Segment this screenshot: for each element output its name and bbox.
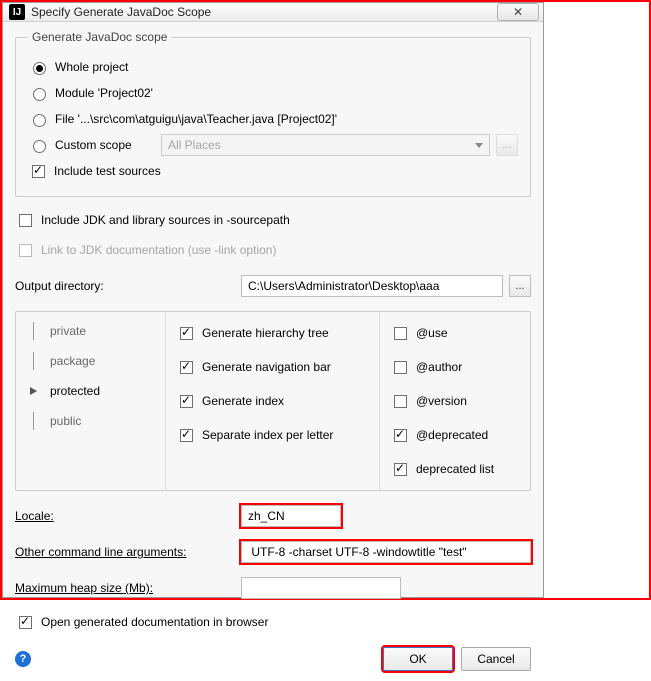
version-checkbox[interactable] — [394, 395, 407, 408]
close-icon: ✕ — [513, 5, 523, 19]
custom-scope-browse-button: ... — [496, 134, 518, 156]
whole-project-label: Whole project — [55, 60, 128, 74]
open-browser-label: Open generated documentation in browser — [41, 615, 268, 629]
include-jdk-checkbox[interactable] — [19, 214, 32, 227]
custom-scope-label: Custom scope — [55, 138, 155, 152]
gen-index-label: Generate index — [202, 394, 284, 408]
custom-scope-radio[interactable] — [33, 140, 46, 153]
help-icon[interactable]: ? — [15, 651, 31, 667]
open-browser-checkbox[interactable] — [19, 616, 32, 629]
custom-scope-select: All Places — [161, 134, 490, 156]
window-title: Specify Generate JavaDoc Scope — [31, 5, 497, 19]
dialog-window: IJ Specify Generate JavaDoc Scope ✕ Gene… — [2, 2, 544, 598]
deprecated-list-checkbox[interactable] — [394, 463, 407, 476]
locale-input[interactable] — [241, 505, 341, 527]
link-jdk-checkbox — [19, 244, 32, 257]
visibility-protected: protected — [50, 384, 100, 398]
heap-label: Maximum heap size (Mb): — [15, 581, 235, 595]
gen-hierarchy-checkbox[interactable] — [180, 327, 193, 340]
gen-index-checkbox[interactable] — [180, 395, 193, 408]
close-button[interactable]: ✕ — [497, 3, 539, 21]
author-checkbox[interactable] — [394, 361, 407, 374]
link-jdk-label: Link to JDK documentation (use -link opt… — [41, 243, 276, 257]
visibility-private: private — [50, 324, 86, 338]
deprecated-label: @deprecated — [416, 428, 488, 442]
visibility-slider[interactable]: private package protected public — [16, 312, 166, 490]
cancel-button[interactable]: Cancel — [461, 647, 531, 671]
include-tests-checkbox[interactable] — [32, 165, 45, 178]
sep-index-checkbox[interactable] — [180, 429, 193, 442]
module-radio[interactable] — [33, 88, 46, 101]
gen-navbar-label: Generate navigation bar — [202, 360, 331, 374]
version-label: @version — [416, 394, 467, 408]
use-checkbox[interactable] — [394, 327, 407, 340]
locale-label: Locale: — [15, 509, 235, 523]
visibility-package: package — [50, 354, 95, 368]
args-label: Other command line arguments: — [15, 545, 235, 559]
module-label: Module 'Project02' — [55, 86, 153, 100]
app-icon: IJ — [9, 4, 25, 20]
deprecated-list-label: deprecated list — [416, 462, 494, 476]
scope-fieldset: Generate JavaDoc scope Whole project Mod… — [15, 30, 531, 197]
output-dir-browse-button[interactable]: ... — [509, 275, 531, 297]
whole-project-radio[interactable] — [33, 62, 46, 75]
output-dir-label: Output directory: — [15, 279, 235, 293]
gen-hierarchy-label: Generate hierarchy tree — [202, 326, 329, 340]
use-label: @use — [416, 326, 448, 340]
titlebar: IJ Specify Generate JavaDoc Scope ✕ — [3, 3, 543, 22]
file-radio[interactable] — [33, 114, 46, 127]
sep-index-label: Separate index per letter — [202, 428, 333, 442]
scope-legend: Generate JavaDoc scope — [28, 30, 171, 44]
file-label: File '...\src\com\atguigu\java\Teacher.j… — [55, 112, 337, 126]
visibility-arrow-icon — [30, 387, 37, 395]
ok-button[interactable]: OK — [383, 647, 453, 671]
visibility-public: public — [50, 414, 81, 428]
include-jdk-label: Include JDK and library sources in -sour… — [41, 213, 290, 227]
deprecated-checkbox[interactable] — [394, 429, 407, 442]
gen-navbar-checkbox[interactable] — [180, 361, 193, 374]
output-dir-input[interactable] — [241, 275, 503, 297]
heap-input[interactable] — [241, 577, 401, 599]
args-input[interactable] — [241, 541, 531, 563]
author-label: @author — [416, 360, 462, 374]
include-tests-label: Include test sources — [54, 164, 161, 178]
options-panel: private package protected public Generat… — [15, 311, 531, 491]
